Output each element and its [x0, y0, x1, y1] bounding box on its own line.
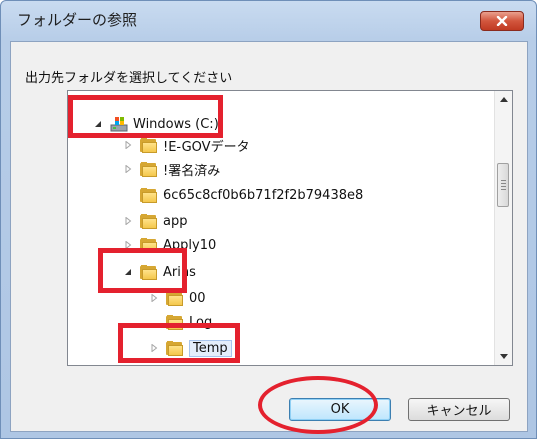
scroll-down-button[interactable] [495, 348, 512, 365]
tree-item-folder[interactable]: app [122, 210, 187, 232]
highlight-ellipse-ok [258, 376, 378, 434]
tree-item-label: !E-GOVデータ [163, 139, 250, 155]
folder-icon [140, 161, 158, 177]
title-bar[interactable]: フォルダーの参照 [1, 1, 536, 41]
highlight-box-drive [68, 95, 223, 138]
collapsed-arrow-icon[interactable] [122, 163, 134, 175]
collapsed-arrow-icon[interactable] [122, 139, 134, 151]
scroll-up-button[interactable] [495, 91, 512, 108]
close-icon [496, 16, 508, 26]
window-title: フォルダーの参照 [17, 11, 138, 29]
highlight-box-arins [98, 248, 187, 293]
cancel-button[interactable]: キャンセル [408, 398, 510, 421]
collapsed-arrow-icon[interactable] [148, 292, 160, 304]
browse-folder-dialog: フォルダーの参照 出力先フォルダを選択してください Windows (C:) !… [0, 0, 537, 439]
tree-item-folder[interactable]: !署名済み [122, 158, 220, 180]
no-expander [122, 189, 134, 201]
folder-icon [140, 213, 158, 229]
collapsed-arrow-icon[interactable] [122, 215, 134, 227]
tree-item-label: 6c65c8cf0b6b71f2f2b79438e8 [163, 187, 364, 203]
scrollbar-thumb[interactable] [497, 163, 509, 207]
highlight-box-temp [118, 323, 240, 363]
folder-icon [140, 137, 158, 153]
close-button[interactable] [480, 11, 524, 31]
instruction-text: 出力先フォルダを選択してください [25, 71, 233, 86]
tree-item-label: app [163, 213, 188, 229]
folder-icon [140, 187, 158, 203]
chevron-down-icon [499, 354, 508, 359]
chevron-up-icon [499, 97, 508, 102]
tree-item-label: !署名済み [163, 163, 221, 179]
tree-item-folder[interactable]: 6c65c8cf0b6b71f2f2b79438e8 [122, 184, 363, 206]
vertical-scrollbar[interactable] [494, 91, 512, 365]
tree-item-label: 00 [189, 290, 206, 306]
